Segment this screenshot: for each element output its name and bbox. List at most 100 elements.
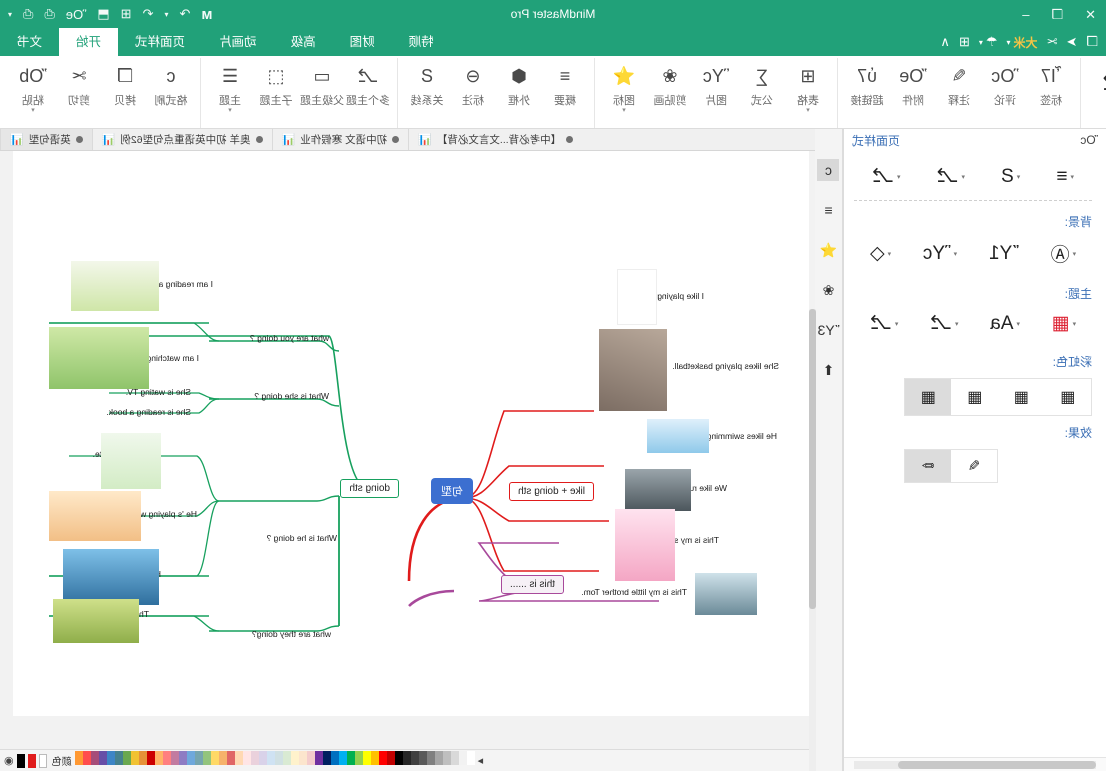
panel-hscrollbar[interactable]	[854, 761, 1096, 769]
hyperlink-button[interactable]: ὑ7 超链接	[844, 58, 890, 108]
background-remove-button[interactable]: Ὕ1	[989, 243, 1019, 265]
image-books[interactable]	[71, 261, 159, 311]
palette-chip-15[interactable]	[347, 751, 355, 765]
palette-chip-34[interactable]	[195, 751, 203, 765]
mindmap-root-node[interactable]: 句型	[431, 478, 473, 504]
tab-animation[interactable]: 动画片	[202, 28, 274, 56]
calendar-icon[interactable]: Ὕ3	[818, 319, 840, 341]
tab-file[interactable]: 文书	[0, 28, 59, 56]
palette-chip-38[interactable]	[163, 751, 171, 765]
theme-font-button[interactable]: Aa ▾	[990, 313, 1020, 335]
callout-button[interactable]: ⊖ 标注	[450, 58, 496, 108]
open-icon[interactable]: ⬒	[97, 6, 109, 22]
effect-hand-drawn-option[interactable]: ✎	[951, 450, 997, 482]
theme-color-button[interactable]: ▦ ▾	[1052, 312, 1076, 335]
image-bike[interactable]	[53, 599, 139, 643]
document-tab-0[interactable]: 📊 英语句型	[0, 129, 92, 150]
theme-layout-button[interactable]: ⎇ ▾	[930, 312, 958, 335]
palette-chip-19[interactable]	[315, 751, 323, 765]
image-kite[interactable]	[101, 433, 161, 489]
formula-button[interactable]: ∑ 公式	[739, 58, 785, 108]
tab-advanced[interactable]: 高级	[274, 28, 333, 56]
palette-chip-31[interactable]	[219, 751, 227, 765]
palette-chip-41[interactable]	[139, 751, 147, 765]
layout-style-caret[interactable]: ▾	[897, 173, 901, 181]
cut-button[interactable]: ✂ 剪切	[56, 58, 102, 108]
new-icon[interactable]: ⊞	[121, 6, 132, 22]
clipart-icon[interactable]: ❀	[818, 279, 840, 301]
watermark-text-button[interactable]: Ⓐ ▾	[1051, 240, 1077, 267]
export-icon[interactable]: ⬆	[818, 359, 840, 381]
image-pictures[interactable]	[63, 549, 159, 605]
palette-chip-37[interactable]	[171, 751, 179, 765]
picture-button[interactable]: Ὓc 图片	[693, 58, 739, 108]
palette-chip-47[interactable]	[91, 751, 99, 765]
document-tab-3[interactable]: 📊 【中考必背...文言文必背】	[408, 129, 582, 150]
palette-chip-white[interactable]	[39, 754, 47, 768]
layout-button[interactable]: ⎇ ▾	[1087, 58, 1106, 109]
collapse-icon[interactable]: ∧	[940, 34, 950, 50]
document-tab-2[interactable]: 📊 初中语文 寒假作业	[272, 129, 409, 150]
palette-chip-36[interactable]	[179, 751, 187, 765]
palette-chip-39[interactable]	[155, 751, 163, 765]
mindmap-q-you[interactable]: what are you doing ?	[250, 333, 329, 343]
rainbow-light-option[interactable]: ▦	[998, 379, 1045, 415]
mindmap-q-she[interactable]: What is she doing ?	[254, 391, 329, 401]
summary-button[interactable]: ≡ 概要	[542, 58, 588, 108]
palette-chip-25[interactable]	[267, 751, 275, 765]
background-image-caret[interactable]: ▾	[954, 250, 958, 258]
palette-chip-13[interactable]	[363, 751, 371, 765]
note-button[interactable]: ✎ 注释	[936, 58, 982, 108]
palette-chip-22[interactable]	[291, 751, 299, 765]
tab-page-style[interactable]: 页面样式	[118, 28, 202, 56]
palette-chip-black[interactable]	[17, 754, 25, 768]
mindmap-node-doing-sth[interactable]: doing sth	[340, 479, 399, 498]
theme-font-caret[interactable]: ▾	[1016, 320, 1020, 328]
image-watching-tv[interactable]	[49, 327, 149, 389]
mindmap-canvas[interactable]: 句型 like + doing sth I like playing footb…	[0, 151, 815, 771]
palette-chip-46[interactable]	[99, 751, 107, 765]
background-clear-button[interactable]: ◇ ▾	[870, 242, 891, 265]
palette-chip-21[interactable]	[299, 751, 307, 765]
mindmap-q-they[interactable]: what are they doing?	[252, 629, 331, 639]
mindmap-a-reading-book[interactable]: She is reading a book.	[106, 407, 191, 417]
theme-grid-button[interactable]: ⎇ ▾	[870, 312, 898, 335]
subtopic-button[interactable]: ⬚ 子主题	[253, 58, 299, 108]
mindmap-q-he[interactable]: What is he doing ?	[267, 533, 337, 543]
palette-chip-17[interactable]	[331, 751, 339, 765]
palette-chip-14[interactable]	[355, 751, 363, 765]
tab-chart[interactable]: 财图	[333, 28, 392, 56]
icon-button[interactable]: ⭐ 图标 ▾	[601, 58, 647, 114]
mindmap-paper[interactable]: 句型 like + doing sth I like playing footb…	[13, 151, 809, 716]
outline-icon[interactable]: ≡	[818, 199, 840, 221]
palette-chip-9[interactable]	[395, 751, 403, 765]
mindmap-leaf-brother[interactable]: This is my little brother Tom.	[581, 587, 687, 597]
topic-button[interactable]: ☰ 主题 ▾	[207, 58, 253, 114]
redo-dropdown-icon[interactable]: ▾	[164, 10, 168, 19]
palette-chip-4[interactable]	[435, 751, 443, 765]
parent-topic-button[interactable]: ▭ 父级主题	[299, 58, 345, 108]
format-painter-button[interactable]: ὘c 格式刷	[148, 58, 194, 108]
paste-dropdown-icon[interactable]: ▾	[31, 108, 35, 114]
palette-chip-1[interactable]	[459, 751, 467, 765]
rainbow-full-option[interactable]: ▦	[905, 379, 952, 415]
image-sister[interactable]	[615, 509, 675, 581]
palette-chip-35[interactable]	[187, 751, 195, 765]
export-icon[interactable]: ⎙	[23, 6, 33, 22]
chevron-down-icon-2[interactable]: ▾	[979, 38, 983, 47]
palette-chip-45[interactable]	[107, 751, 115, 765]
background-clear-caret[interactable]: ▾	[888, 250, 892, 258]
image-running[interactable]	[625, 469, 691, 511]
palette-chip-49[interactable]	[75, 751, 83, 765]
theme-color-caret[interactable]: ▾	[1073, 320, 1077, 328]
palette-left-icon[interactable]: ◉	[4, 754, 14, 767]
undo-icon[interactable]: ↶	[143, 6, 154, 22]
shirt-icon[interactable]: ☂	[986, 34, 998, 50]
theme-layout-caret[interactable]: ▾	[955, 320, 959, 328]
palette-chip-row[interactable]	[75, 751, 475, 770]
more-icon[interactable]: ▾	[8, 10, 12, 19]
palette-chip-44[interactable]	[115, 751, 123, 765]
image-swimming[interactable]	[647, 419, 709, 453]
palette-chip-5[interactable]	[427, 751, 435, 765]
palette-chip-29[interactable]	[235, 751, 243, 765]
